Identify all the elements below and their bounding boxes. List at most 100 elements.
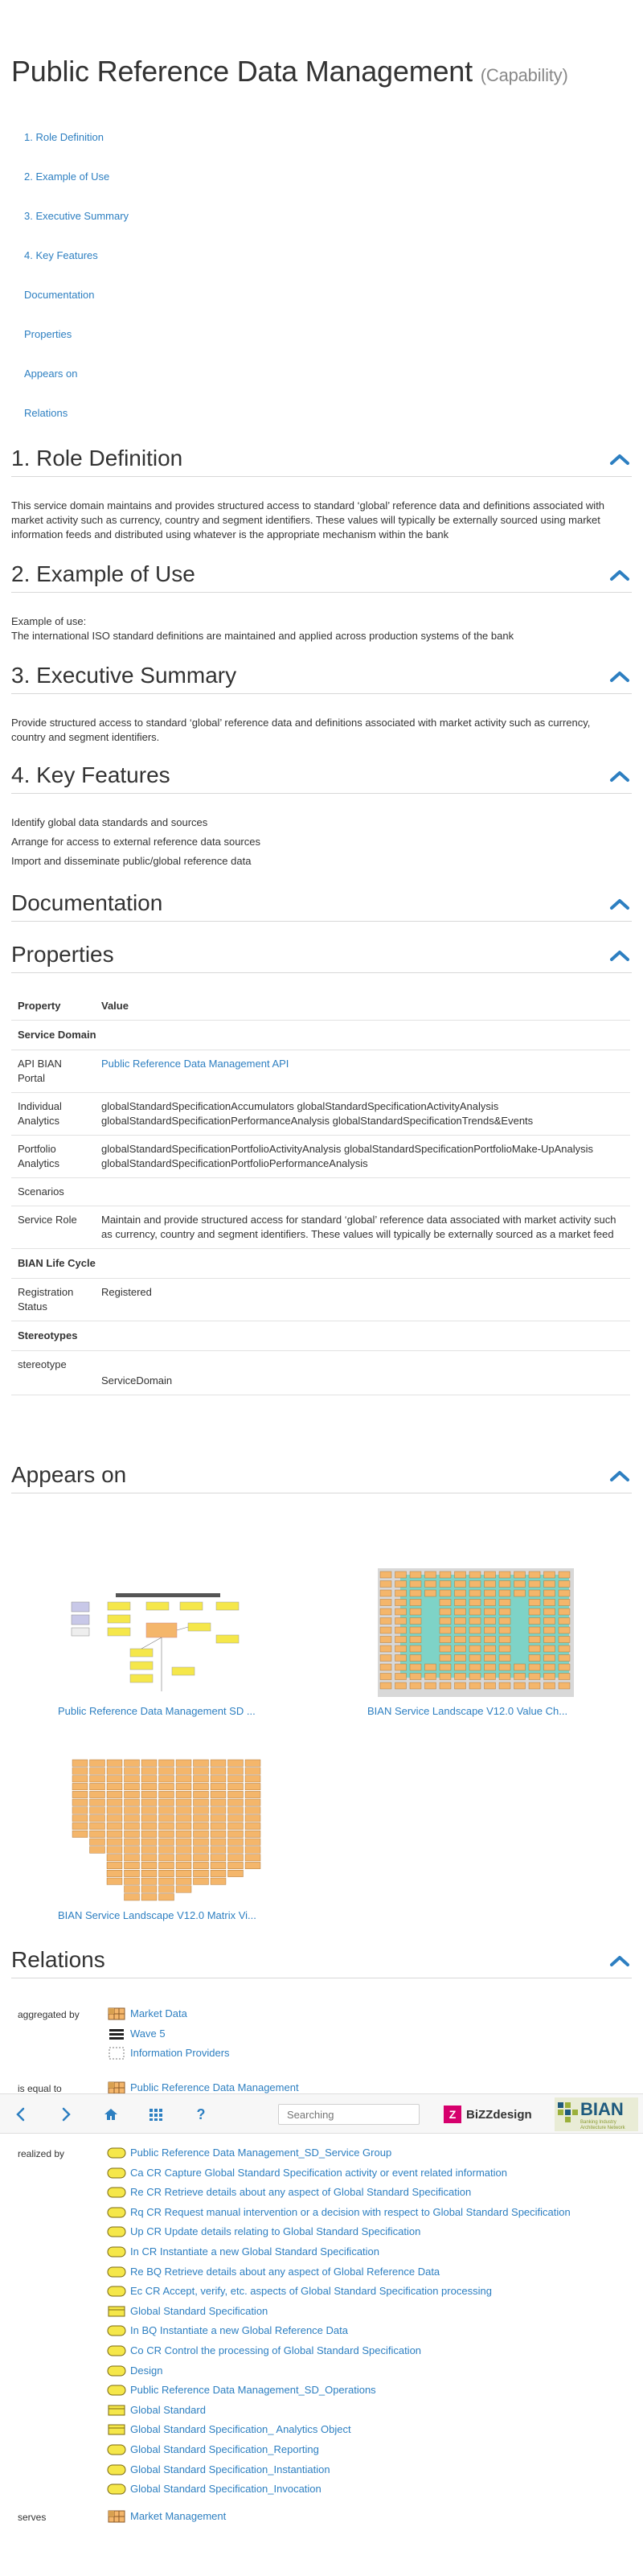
relation-link[interactable]: Global Standard — [106, 2401, 206, 2420]
relation-link[interactable]: Global Standard Specification_ Analytics… — [106, 2420, 351, 2439]
help-icon[interactable]: ? — [193, 2106, 209, 2122]
service-icon — [106, 2482, 127, 2496]
relation-link[interactable]: Public Reference Data Management_SD_Serv… — [106, 2143, 391, 2163]
relation-link[interactable]: Information Providers — [106, 2044, 230, 2063]
object-icon — [106, 2304, 127, 2319]
section-heading: 1. Role Definition — [11, 446, 183, 470]
relation-link-label: Global Standard Specification_Instantiat… — [130, 2463, 330, 2475]
appears-on-link[interactable]: Public Reference Data Management SD ... — [58, 1705, 256, 1717]
relation-link[interactable]: Global Standard Specification_Invocation — [106, 2479, 322, 2499]
relation-label-is-equal-to: is equal to — [18, 2083, 62, 2094]
bian-tagline: Banking Industry Architecture Network — [580, 2120, 625, 2130]
executive-summary-text: Provide structured access to standard ‘g… — [11, 717, 591, 743]
diagram-thumbnail-matrix[interactable] — [69, 1753, 265, 1906]
relation-link[interactable]: Market Management — [106, 2507, 226, 2526]
relation-link-label: Public Reference Data Management_SD_Serv… — [130, 2147, 392, 2159]
chevron-up-icon[interactable] — [609, 670, 630, 683]
relation-link-label: Ec CR Accept, verify, etc. aspects of Gl… — [130, 2285, 492, 2298]
section-role-definition: 1. Role Definition — [11, 445, 632, 477]
diagram-thumbnail-sd[interactable] — [68, 1591, 268, 1695]
toc-properties[interactable]: Properties — [24, 328, 129, 368]
property-label: API BIAN Portal — [18, 1058, 62, 1084]
page-title-text: Public Reference Data Management — [11, 55, 473, 88]
relation-link-label: Information Providers — [130, 2047, 230, 2060]
chevron-up-icon[interactable] — [609, 1954, 630, 1967]
forward-arrow-icon[interactable] — [58, 2106, 74, 2122]
relation-link[interactable]: Public Reference Data Management_SD_Oper… — [106, 2381, 376, 2400]
toc-example-of-use[interactable]: 2. Example of Use — [24, 171, 129, 210]
property-value: ServiceDomain — [101, 1374, 173, 1387]
relation-link[interactable]: Co CR Control the processing of Global S… — [106, 2341, 421, 2360]
relation-label-aggregated-by: aggregated by — [18, 2009, 80, 2020]
relation-link[interactable]: Ca CR Capture Global Standard Specificat… — [106, 2163, 507, 2183]
chevron-up-icon[interactable] — [609, 453, 630, 466]
chevron-up-icon[interactable] — [609, 770, 630, 783]
relation-link[interactable]: Re CR Retrieve details about any aspect … — [106, 2183, 471, 2202]
group-stereotypes: Stereotypes — [11, 1321, 630, 1351]
bizzdesign-mark-icon: Z — [444, 2106, 461, 2123]
diagram-thumbnail-value-chain[interactable] — [378, 1568, 574, 1697]
appears-on-link[interactable]: BIAN Service Landscape V12.0 Value Ch... — [367, 1705, 567, 1717]
service-icon — [106, 2166, 127, 2180]
relation-link[interactable]: Re BQ Retrieve details about any aspect … — [106, 2262, 440, 2282]
chevron-up-icon[interactable] — [609, 898, 630, 910]
bizzdesign-logo[interactable]: Z BiZZdesign — [444, 2105, 537, 2124]
capability-label: (Capability) — [480, 65, 568, 85]
property-value: globalStandardSpecificationPortfolioActi… — [101, 1143, 594, 1169]
property-value — [95, 1178, 630, 1206]
section-heading: Documentation — [11, 890, 163, 915]
section-heading: Properties — [11, 942, 114, 967]
relation-link[interactable]: Global Standard Specification — [106, 2302, 268, 2321]
service-icon — [106, 2245, 127, 2259]
toc-documentation[interactable]: Documentation — [24, 289, 129, 328]
bian-logo[interactable]: BIAN Banking Industry Architecture Netwo… — [555, 2097, 638, 2131]
search-input[interactable] — [278, 2104, 420, 2125]
toc-appears-on[interactable]: Appears on — [24, 368, 129, 407]
relation-link[interactable]: Global Standard Specification_Instantiat… — [106, 2460, 330, 2479]
key-feature-item: Import and disseminate public/global ref… — [11, 855, 252, 867]
example-of-use-line2: The international ISO standard definitio… — [11, 630, 514, 642]
relation-link-label: Public Reference Data Management_SD_Oper… — [130, 2384, 376, 2397]
column-header-value: Value — [101, 1000, 129, 1012]
appears-on-link[interactable]: BIAN Service Landscape V12.0 Matrix Vi..… — [58, 1909, 256, 1921]
relation-link[interactable]: In BQ Instantiate a new Global Reference… — [106, 2321, 348, 2340]
section-properties: Properties — [11, 941, 632, 973]
object-icon — [106, 2403, 127, 2418]
group-lifecycle: BIAN Life Cycle — [11, 1249, 630, 1279]
service-icon — [106, 2344, 127, 2358]
bian-logo-icon — [558, 2102, 578, 2122]
grid-menu-icon[interactable] — [148, 2106, 164, 2122]
service-icon — [106, 2364, 127, 2378]
relation-link-label: Up CR Update details relating to Global … — [130, 2225, 421, 2238]
home-icon[interactable] — [103, 2106, 119, 2122]
toc-relations[interactable]: Relations — [24, 407, 129, 446]
relation-link[interactable]: Ec CR Accept, verify, etc. aspects of Gl… — [106, 2282, 492, 2301]
relation-link-label: Wave 5 — [130, 2027, 166, 2040]
toc-key-features[interactable]: 4. Key Features — [24, 249, 129, 289]
relation-link-label: Design — [130, 2364, 163, 2377]
property-label: stereotype — [18, 1358, 67, 1370]
relation-link[interactable]: Rq CR Request manual intervention or a d… — [106, 2203, 571, 2222]
service-icon — [106, 2463, 127, 2477]
chevron-up-icon[interactable] — [609, 569, 630, 581]
chevron-up-icon[interactable] — [609, 1469, 630, 1482]
api-portal-link[interactable]: Public Reference Data Management API — [101, 1058, 289, 1070]
toc-executive-summary[interactable]: 3. Executive Summary — [24, 210, 129, 249]
relation-link[interactable]: Design — [106, 2361, 162, 2381]
relation-link[interactable]: In CR Instantiate a new Global Standard … — [106, 2242, 379, 2262]
property-label: Scenarios — [18, 1185, 64, 1198]
table-row: API BIAN Portal Public Reference Data Ma… — [11, 1050, 630, 1093]
relation-link[interactable]: Wave 5 — [106, 2024, 166, 2044]
relation-link[interactable]: Up CR Update details relating to Global … — [106, 2222, 420, 2241]
chevron-up-icon[interactable] — [609, 949, 630, 962]
relation-link-label: Rq CR Request manual intervention or a d… — [130, 2205, 571, 2218]
toc-role-definition[interactable]: 1. Role Definition — [24, 131, 129, 171]
service-icon — [106, 2383, 127, 2397]
relation-label-serves: serves — [18, 2512, 47, 2523]
bottom-toolbar: ? Z BiZZdesign BIAN Banking Industry Arc… — [0, 2093, 643, 2134]
relation-link[interactable]: Market Data — [106, 2004, 187, 2023]
service-icon — [106, 2146, 127, 2160]
back-arrow-icon[interactable] — [13, 2106, 29, 2122]
relation-link[interactable]: Global Standard Specification_Reporting — [106, 2440, 319, 2459]
table-row: Individual Analytics globalStandardSpeci… — [11, 1093, 630, 1136]
